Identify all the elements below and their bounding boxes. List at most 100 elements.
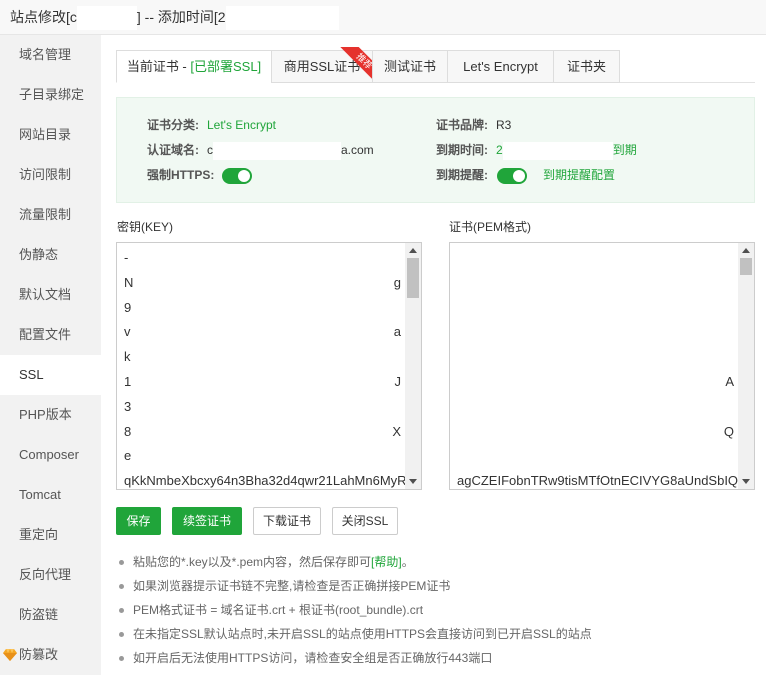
scroll-up-arrow-icon[interactable] — [742, 248, 750, 253]
sidebar-item-label: 反向代理 — [19, 567, 72, 582]
tab-certificate-folder[interactable]: 证书夹 — [553, 50, 620, 83]
sidebar-item-composer[interactable]: Composer — [0, 435, 101, 475]
tab-label: 证书夹 — [566, 59, 606, 74]
brand-label: 证书品牌: — [436, 118, 488, 132]
text-line-right: g — [393, 274, 401, 290]
text-line: 3 — [124, 395, 401, 420]
save-button[interactable]: 保存 — [116, 507, 161, 535]
gem-icon — [3, 649, 17, 661]
text-line-left: v — [124, 324, 131, 340]
text-line-left: 8 — [124, 423, 132, 439]
expiry-reminder-toggle[interactable] — [497, 167, 527, 184]
key-textarea[interactable]: - Ng 9 v a k 1 J 3 8 Xe qKkNmbeXbcxy64n3Bha32d4qwr2… — [116, 242, 422, 490]
redaction-box — [225, 6, 339, 31]
sidebar-item-label: Composer — [19, 447, 79, 462]
text-line-left: agCZEIFobnTRw9tisMTfOtnECIVYG8aUndSbIQX — [457, 473, 747, 489]
tab-label: Let's Encrypt — [463, 59, 538, 74]
scroll-down-arrow-icon[interactable] — [742, 479, 750, 484]
category-row: 证书分类: Let's Encrypt — [147, 113, 276, 138]
text-line — [457, 320, 734, 345]
sidebar-item-label: 防篡改 — [19, 647, 59, 662]
text-line-right: a — [393, 324, 401, 340]
tip-text: PEM格式证书 = 域名证书.crt + 根证书(root_bundle).cr… — [133, 603, 424, 617]
tip-item: 如开启后无法使用HTTPS访问，请检查安全组是否正确放行443端口 — [116, 646, 756, 670]
text-line: A — [457, 370, 734, 395]
tab-label: 当前证书 - — [126, 59, 191, 74]
sidebar-item-domain-management[interactable]: 域名管理 — [0, 35, 101, 75]
pem-scrollbar[interactable] — [738, 243, 754, 489]
tip-item: 如果浏览器提示证书链不完整,请检查是否正确拼接PEM证书 — [116, 574, 756, 598]
sidebar-item-rewrite[interactable]: 伪静态 — [0, 235, 101, 275]
certificate-info-panel: 证书分类: Let's Encrypt 证书品牌: R3 认证域名: c a.com 到… — [116, 97, 755, 203]
sidebar-item-label: 防盗链 — [19, 607, 59, 622]
sidebar-item-label: SSL — [19, 367, 44, 382]
tip-item: 粘贴您的*.key以及*.pem内容，然后保存即可[帮助]。 — [116, 550, 756, 574]
pem-textarea[interactable]: A QagCZEIFobnTRw9tisMTfOtnECIVYG8aUndSbIQ… — [449, 242, 755, 490]
sidebar-item-tomcat[interactable]: Tomcat — [0, 475, 101, 515]
sidebar-item-label: 域名管理 — [19, 47, 72, 62]
tip-text: 如果浏览器提示证书链不完整,请检查是否正确拼接PEM证书 — [133, 579, 451, 593]
redaction-box — [502, 141, 613, 160]
tab-current-certificate[interactable]: 当前证书 - [已部署SSL] — [116, 50, 272, 83]
text-line — [457, 345, 734, 370]
force-https-label: 强制HTTPS: — [147, 168, 215, 182]
sidebar-item-label: 配置文件 — [19, 327, 72, 342]
tip-suffix: 。 — [401, 555, 414, 569]
tip-text: 如开启后无法使用HTTPS访问，请检查安全组是否正确放行443端口 — [133, 651, 493, 665]
text-line — [457, 246, 734, 271]
sidebar-item-redirect[interactable]: 重定向 — [0, 515, 101, 555]
sidebar-item-php-version[interactable]: PHP版本 — [0, 395, 101, 435]
sidebar-item-subdirectory-binding[interactable]: 子目录绑定 — [0, 75, 101, 115]
sidebar-item-traffic-limit[interactable]: 流量限制 — [0, 195, 101, 235]
scrollbar-thumb[interactable] — [407, 258, 419, 298]
expiry-value-end: 到期 — [612, 143, 637, 157]
text-line-left: - — [124, 250, 129, 265]
pem-label: 证书(PEM格式) — [449, 220, 531, 234]
domain-row: 认证域名: c a.com — [147, 138, 374, 163]
text-line-left: k — [124, 349, 131, 365]
dialog-title-part1: 站点修改[c — [10, 9, 77, 25]
dialog-title-bar: 站点修改[c] -- 添加时间[2 — [0, 0, 766, 35]
text-line-left: 1 — [124, 373, 132, 389]
sidebar-item-default-document[interactable]: 默认文档 — [0, 275, 101, 315]
tab-test-certificate[interactable]: 测试证书 — [372, 50, 448, 83]
sidebar-item-ssl[interactable]: SSL — [0, 355, 101, 395]
close-ssl-button[interactable]: 关闭SSL — [332, 507, 398, 535]
key-text-content: - Ng 9 v a k 1 J 3 8 Xe qKkNmbeXbcxy64n3Bha32d4qwr2… — [124, 246, 407, 489]
sidebar-item-reverse-proxy[interactable]: 反向代理 — [0, 555, 101, 595]
expiry-row: 到期时间: 2 到期 — [436, 138, 637, 163]
tab-lets-encrypt[interactable]: Let's Encrypt — [447, 50, 554, 83]
sidebar-item-label: 伪静态 — [19, 247, 59, 262]
download-certificate-button[interactable]: 下载证书 — [253, 507, 321, 535]
text-line-right: J — [394, 373, 402, 389]
redaction-box — [76, 6, 137, 31]
text-line-right: X — [392, 423, 401, 439]
text-line: qKkNmbeXbcxy64n3Bha32d4qwr21LahMn6MyR — [124, 469, 407, 489]
sidebar-item-label: 默认文档 — [19, 287, 72, 302]
renew-certificate-button[interactable]: 续签证书 — [172, 507, 242, 535]
tab-commercial-ssl[interactable]: 商用SSL证书 推荐 — [271, 47, 376, 83]
expiry-value-start: 2 — [496, 143, 503, 157]
sidebar-item-access-restriction[interactable]: 访问限制 — [0, 155, 101, 195]
sidebar-item-hotlink-protection[interactable]: 防盗链 — [0, 595, 101, 635]
category-value: Let's Encrypt — [207, 118, 276, 132]
category-label: 证书分类: — [147, 118, 199, 132]
text-line: k — [124, 345, 401, 370]
force-https-toggle[interactable] — [222, 167, 253, 184]
recommend-ribbon: 推荐 — [340, 47, 376, 83]
help-link[interactable]: [帮助] — [371, 555, 402, 569]
tips-list: 粘贴您的*.key以及*.pem内容，然后保存即可[帮助]。 如果浏览器提示证书… — [116, 550, 756, 670]
sidebar-item-tamper-proof[interactable]: 防篡改 — [0, 635, 101, 675]
text-line-left: 9 — [124, 299, 132, 315]
scrollbar-thumb[interactable] — [740, 258, 752, 275]
text-line: - — [124, 246, 401, 271]
scroll-down-arrow-icon[interactable] — [409, 479, 417, 484]
scroll-up-arrow-icon[interactable] — [409, 248, 417, 253]
text-line-left: N — [124, 274, 134, 290]
key-scrollbar[interactable] — [405, 243, 421, 489]
sidebar-item-label: PHP版本 — [19, 407, 72, 422]
sidebar-item-site-directory[interactable]: 网站目录 — [0, 115, 101, 155]
text-line: Ng — [124, 271, 401, 296]
sidebar-item-config-file[interactable]: 配置文件 — [0, 315, 101, 355]
reminder-config-link[interactable]: 到期提醒配置 — [543, 168, 615, 182]
